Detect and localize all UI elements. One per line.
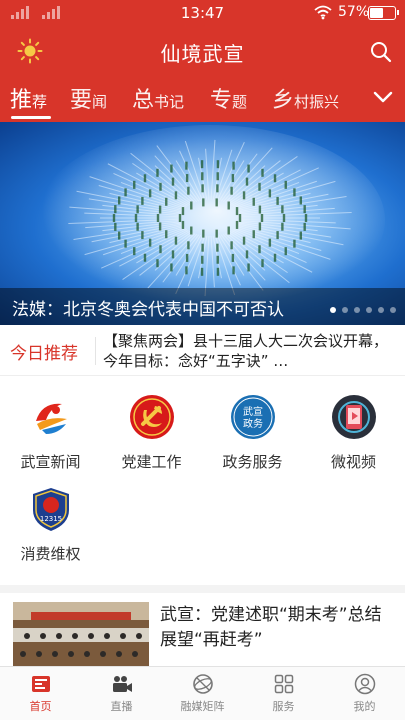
service-label: 政务服务 [222, 453, 283, 471]
carousel-dot [330, 307, 336, 313]
svg-text:政务: 政务 [243, 417, 263, 430]
party-emblem-icon [129, 394, 175, 440]
nav-services[interactable]: 服务 [243, 667, 324, 720]
service-micro-video[interactable]: 微视频 [303, 394, 404, 472]
tab-key-news[interactable]: 要闻 [70, 82, 107, 114]
news-title[interactable]: 武宣：党建述职“期末考”总结展望“再赶考” [160, 603, 395, 653]
service-government[interactable]: 武宣 政务 政务服务 [202, 394, 303, 472]
svg-text:武宣: 武宣 [243, 405, 263, 418]
today-recommend-bar: 今日推荐 【聚焦两会】县十三届人大二次会议开幕，今年目标：念好“五字诀” … [0, 325, 405, 376]
carousel-dot [354, 307, 360, 313]
search-icon[interactable] [369, 40, 393, 64]
service-consumer-rights[interactable]: 12315 消费维权 [0, 486, 101, 564]
micro-video-icon [331, 394, 377, 440]
sun-icon[interactable] [17, 38, 43, 64]
news-thumbnail[interactable] [13, 602, 149, 666]
nav-live[interactable]: 直播 [81, 667, 162, 720]
service-label: 党建工作 [121, 453, 182, 471]
battery-level [370, 8, 384, 18]
carousel-dot [366, 307, 372, 313]
tab-recommend[interactable]: 推荐 [10, 82, 47, 114]
svg-text:12315: 12315 [39, 515, 61, 523]
carousel-dot [390, 307, 396, 313]
service-label: 消费维权 [20, 545, 81, 563]
today-recommend-label: 今日推荐 [10, 344, 78, 364]
service-party-building[interactable]: 党建工作 [101, 394, 202, 472]
nav-media-matrix[interactable]: 融媒矩阵 [162, 667, 243, 720]
government-service-icon: 武宣 政务 [230, 394, 276, 440]
app-title: 仙境武宣 [160, 42, 245, 66]
grid-icon [274, 674, 293, 694]
section-divider [0, 585, 405, 593]
wifi-icon [314, 5, 332, 20]
app-header: 仙境武宣 [0, 26, 405, 76]
home-icon [31, 676, 50, 692]
carousel-dot [378, 307, 384, 313]
active-tab-indicator [11, 116, 51, 119]
consumer-rights-icon: 12315 [28, 486, 74, 532]
video-camera-icon [112, 676, 132, 692]
carousel-dot [342, 307, 348, 313]
service-wuxuan-news[interactable]: 武宣新闻 [0, 394, 101, 472]
nav-profile[interactable]: 我的 [324, 667, 405, 720]
tab-rural-revitalization[interactable]: 乡村振兴 [272, 82, 339, 114]
carousel-indicator [330, 307, 396, 313]
banner-caption[interactable]: 法媒：北京冬奥会代表中国不可否认 [12, 295, 332, 320]
today-recommend-headline[interactable]: 【聚焦两会】县十三届人大二次会议开幕，今年目标：念好“五字诀” … [103, 331, 393, 371]
tab-special-topics[interactable]: 专题 [210, 82, 247, 114]
bottom-navigation: 首页 直播 融媒矩阵 服务 我的 [0, 666, 405, 720]
category-tabs: 推荐 要闻 总书记 专题 乡村振兴 [0, 76, 405, 122]
chevron-down-icon[interactable] [372, 86, 394, 108]
status-bar: 13:47 57% [0, 0, 405, 26]
nav-home[interactable]: 首页 [0, 667, 81, 720]
service-label: 武宣新闻 [20, 453, 81, 471]
divider [95, 337, 96, 365]
globe-icon [192, 674, 213, 694]
battery-icon [368, 6, 399, 20]
wuxuan-news-logo-icon [28, 394, 74, 440]
service-label: 微视频 [330, 453, 376, 471]
battery-percent: 57% [338, 4, 370, 20]
user-icon [354, 673, 375, 695]
tab-general-secretary[interactable]: 总书记 [132, 82, 184, 114]
